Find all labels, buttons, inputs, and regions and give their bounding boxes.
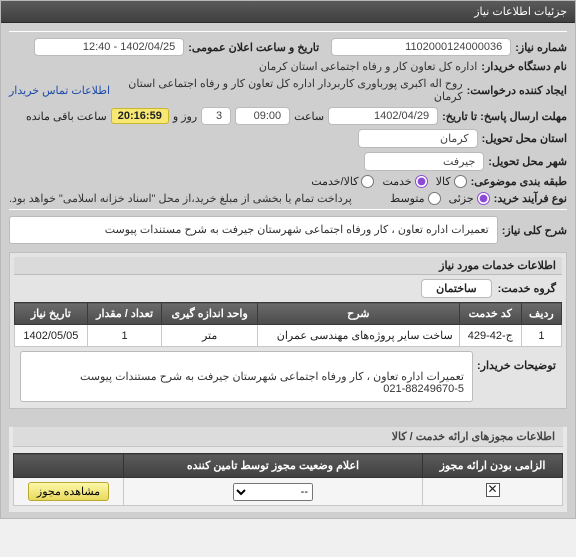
deadline-label: مهلت ارسال پاسخ: تا تاریخ: bbox=[442, 110, 567, 123]
status-cell: -- bbox=[124, 478, 423, 506]
th-unit: واحد اندازه گیری bbox=[162, 303, 257, 325]
radio-both-input[interactable] bbox=[361, 175, 374, 188]
radio-both-label: کالا/خدمت bbox=[311, 175, 358, 188]
province-value: کرمان bbox=[358, 129, 478, 148]
remaining-label: ساعت باقی مانده bbox=[26, 110, 107, 123]
radio-mid[interactable]: متوسط bbox=[390, 192, 441, 205]
permits-title: اطلاعات مجوزهای ارائه خدمت / کالا bbox=[13, 427, 563, 447]
th-duedate: تاریخ نیاز bbox=[15, 303, 88, 325]
creator-value: روح اله اکبری پورباوری کاربردار اداره کل… bbox=[114, 77, 463, 103]
process-type-group: جزئی متوسط bbox=[390, 192, 490, 205]
desc-text: تعمیرات اداره تعاون ، کار ورفاه اجتماعی … bbox=[105, 224, 489, 236]
separator-2 bbox=[9, 209, 567, 210]
td-index: 1 bbox=[521, 325, 561, 347]
province-label: استان محل تحویل: bbox=[482, 132, 567, 145]
radio-low-label: جزئی bbox=[449, 192, 474, 205]
td-unit: متر bbox=[162, 325, 257, 347]
subject-class-group: کالا خدمت کالا/خدمت bbox=[311, 175, 466, 188]
radio-kala-input[interactable] bbox=[454, 175, 467, 188]
permits-table: الزامی بودن ارائه مجوز اعلام وضعیت مجوز … bbox=[13, 453, 563, 506]
status-select[interactable]: -- bbox=[233, 483, 313, 501]
th-index: ردیف bbox=[521, 303, 561, 325]
radio-mid-label: متوسط bbox=[390, 192, 425, 205]
process-type-label: نوع فرآیند خرید: bbox=[494, 192, 567, 205]
ph-status: اعلام وضعیت مجوز توسط تامین کننده bbox=[124, 454, 423, 478]
action-cell: مشاهده مجوز bbox=[14, 478, 124, 506]
desc-text-box: تعمیرات اداره تعاون ، کار ورفاه اجتماعی … bbox=[9, 216, 498, 244]
days-value: 3 bbox=[201, 107, 231, 125]
th-qty: تعداد / مقدار bbox=[87, 303, 162, 325]
radio-low[interactable]: جزئی bbox=[449, 192, 490, 205]
radio-both[interactable]: کالا/خدمت bbox=[311, 175, 374, 188]
buyer-notes-label: توضیحات خریدار: bbox=[477, 351, 556, 372]
radio-khadamat-label: خدمت bbox=[382, 175, 411, 188]
buyer-value: اداره کل تعاون کار و رفاه اجتماعی استان … bbox=[259, 60, 477, 73]
permits-row: -- مشاهده مجوز bbox=[14, 478, 563, 506]
services-table: ردیف کد خدمت شرح واحد اندازه گیری تعداد … bbox=[14, 302, 562, 347]
buyer-notes-box: تعمیرات اداره تعاون ، کار ورفاه اجتماعی … bbox=[20, 351, 473, 402]
need-number-value: 1102000124000036 bbox=[331, 38, 511, 56]
buyer-notes-text: تعمیرات اداره تعاون ، کار ورفاه اجتماعی … bbox=[80, 371, 464, 395]
subject-class-label: طبقه بندی موضوعی: bbox=[471, 175, 567, 188]
separator bbox=[9, 31, 567, 32]
mandatory-cell bbox=[423, 478, 563, 506]
time-word-1: ساعت bbox=[294, 110, 324, 123]
buyer-label: نام دستگاه خریدار: bbox=[481, 60, 567, 73]
td-duedate: 1402/05/05 bbox=[15, 325, 88, 347]
announce-value: 1402/04/25 - 12:40 bbox=[34, 38, 184, 56]
radio-mid-input[interactable] bbox=[428, 192, 441, 205]
desc-title-label: شرح کلی نیاز: bbox=[502, 216, 567, 237]
view-permit-button[interactable]: مشاهده مجوز bbox=[28, 482, 109, 501]
radio-low-input[interactable] bbox=[477, 192, 490, 205]
payment-note: پرداخت تمام یا بخشی از مبلغ خرید،از محل … bbox=[9, 192, 352, 205]
city-label: شهر محل تحویل: bbox=[488, 155, 567, 168]
td-desc: ساخت سایر پروژه‌های مهندسی عمران bbox=[257, 325, 459, 347]
deadline-time: 09:00 bbox=[235, 107, 290, 125]
radio-khadamat-input[interactable] bbox=[415, 175, 428, 188]
need-number-label: شماره نیاز: bbox=[515, 41, 567, 54]
mandatory-checkbox[interactable] bbox=[486, 483, 500, 497]
radio-khadamat[interactable]: خدمت bbox=[382, 175, 427, 188]
city-value: جیرفت bbox=[364, 152, 484, 171]
deadline-date: 1402/04/29 bbox=[328, 107, 438, 125]
days-label: روز و bbox=[173, 110, 197, 123]
services-panel: اطلاعات خدمات مورد نیاز گروه خدمت: ساختم… bbox=[9, 252, 567, 409]
radio-kala-label: کالا bbox=[436, 175, 451, 188]
table-row: 1 ج-42-429 ساخت سایر پروژه‌های مهندسی عم… bbox=[15, 325, 562, 347]
announce-label: تاریخ و ساعت اعلان عمومی: bbox=[188, 41, 319, 54]
th-desc: شرح bbox=[257, 303, 459, 325]
td-code: ج-42-429 bbox=[459, 325, 521, 347]
ph-action bbox=[14, 454, 124, 478]
td-qty: 1 bbox=[87, 325, 162, 347]
window-title: جزئیات اطلاعات نیاز bbox=[1, 1, 575, 23]
services-panel-title: اطلاعات خدمات مورد نیاز bbox=[14, 257, 562, 275]
creator-label: ایجاد کننده درخواست: bbox=[467, 84, 567, 97]
group-label: گروه خدمت: bbox=[498, 282, 556, 295]
group-value: ساختمان bbox=[421, 279, 491, 298]
radio-kala[interactable]: کالا bbox=[436, 175, 467, 188]
th-code: کد خدمت bbox=[459, 303, 521, 325]
buyer-contact-link[interactable]: اطلاعات تماس خریدار bbox=[9, 84, 110, 97]
countdown-badge: 20:16:59 bbox=[111, 108, 169, 124]
ph-mandatory: الزامی بودن ارائه مجوز bbox=[423, 454, 563, 478]
permits-section: اطلاعات مجوزهای ارائه خدمت / کالا الزامی… bbox=[9, 427, 567, 512]
